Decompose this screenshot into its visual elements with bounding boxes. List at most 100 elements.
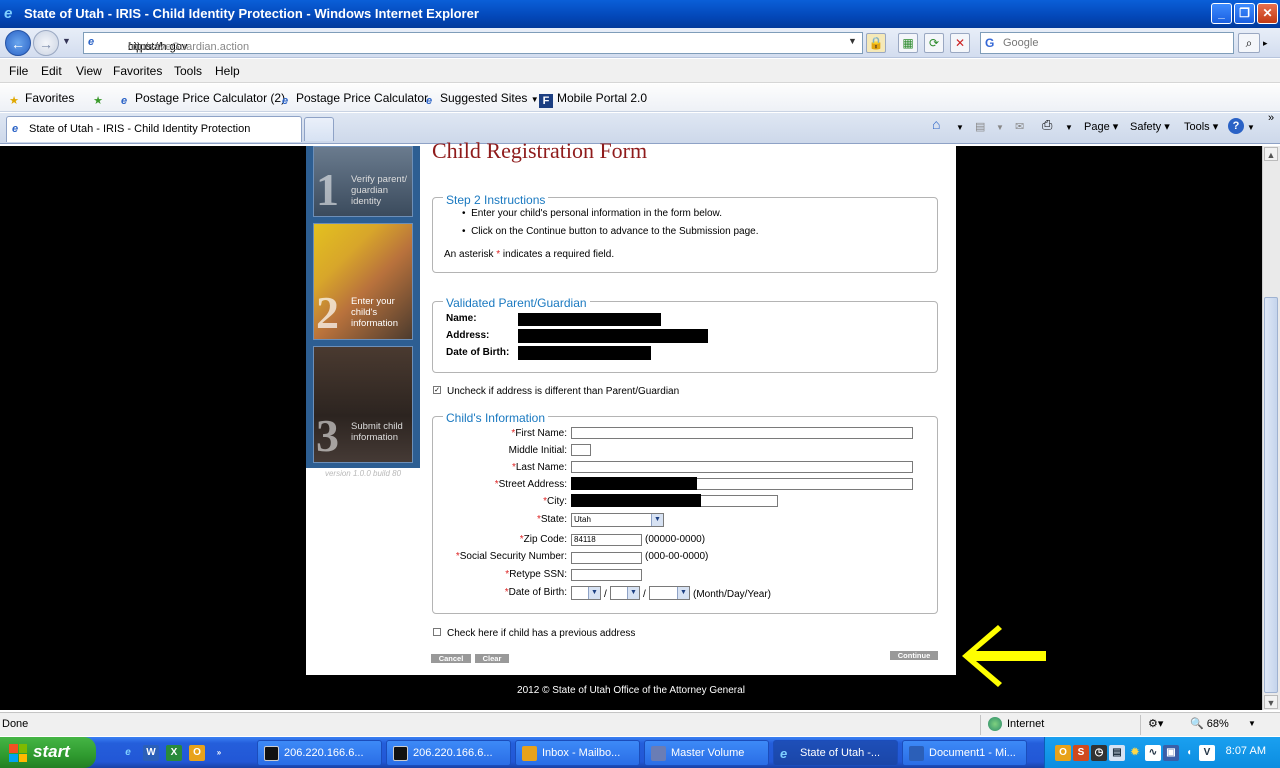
menu-view[interactable]: View: [76, 64, 102, 78]
minimize-button[interactable]: _: [1211, 3, 1232, 24]
menu-file[interactable]: File: [9, 64, 28, 78]
scroll-thumb[interactable]: [1264, 297, 1278, 693]
ie-page-icon: e: [281, 95, 289, 107]
lock-icon[interactable]: 🔒: [866, 33, 886, 53]
safety-menu[interactable]: Safety ▾: [1130, 120, 1170, 133]
menu-edit[interactable]: Edit: [41, 64, 62, 78]
quicklaunch-excel-icon[interactable]: X: [166, 745, 182, 761]
more-commands-icon[interactable]: »: [1268, 112, 1274, 124]
previous-address-checkbox[interactable]: [433, 628, 441, 636]
tray-doc-icon[interactable]: ▤: [1109, 745, 1125, 761]
help-icon[interactable]: ?: [1228, 118, 1244, 134]
taskbar-item-word[interactable]: Document1 - Mi...: [902, 740, 1027, 766]
required-note-pre: An asterisk: [444, 249, 497, 260]
status-divider: [980, 715, 981, 735]
cancel-button[interactable]: Cancel: [431, 654, 471, 663]
close-button[interactable]: ✕: [1257, 3, 1278, 24]
search-box[interactable]: G Google: [980, 32, 1234, 54]
last-name-input[interactable]: [571, 461, 913, 473]
middle-initial-input[interactable]: [571, 444, 591, 456]
add-favorite-icon[interactable]: ★: [91, 91, 109, 108]
tray-app-icon[interactable]: S: [1073, 745, 1089, 761]
address-bar[interactable]: e https://cip.utah.gov/cip/saveGuardian.…: [83, 32, 863, 54]
quicklaunch-ie-icon[interactable]: e: [120, 745, 136, 761]
scroll-up-icon[interactable]: ▲: [1264, 147, 1278, 161]
recent-pages-dropdown-icon[interactable]: ▼: [62, 36, 71, 46]
favorite-item-postage[interactable]: e Postage Price Calculator: [278, 91, 428, 108]
window-title: State of Utah - IRIS - Child Identity Pr…: [24, 6, 479, 21]
home-dropdown-icon[interactable]: ▼: [956, 123, 964, 132]
dob-year-select[interactable]: ▼: [649, 586, 690, 600]
stop-icon[interactable]: ✕: [950, 33, 970, 53]
tray-va-icon[interactable]: V: [1199, 745, 1215, 761]
start-label: start: [33, 742, 70, 761]
compatibility-icon[interactable]: ▦: [898, 33, 918, 53]
zoom-icon: 🔍: [1190, 718, 1204, 730]
tray-sun-icon[interactable]: ✹: [1127, 745, 1143, 761]
address-dropdown-icon[interactable]: ▼: [848, 36, 857, 46]
dob-month-select[interactable]: ▼: [571, 586, 601, 600]
windows-logo-icon: [9, 744, 27, 762]
refresh-icon[interactable]: ⟳: [924, 33, 944, 53]
menu-favorites[interactable]: Favorites: [113, 64, 162, 78]
new-tab-button[interactable]: [304, 117, 334, 141]
taskbar-item-inbox[interactable]: Inbox - Mailbo...: [515, 740, 640, 766]
first-name-input[interactable]: [571, 427, 913, 439]
same-address-label: Uncheck if address is different than Par…: [447, 386, 680, 397]
zoom-dropdown-icon[interactable]: ▼: [1248, 719, 1256, 728]
zip-input[interactable]: 84118: [571, 534, 642, 546]
word-icon: [909, 746, 924, 761]
search-icon[interactable]: ⌕: [1238, 33, 1260, 53]
quicklaunch-word-icon[interactable]: W: [143, 745, 159, 761]
tray-monitor-icon[interactable]: ▣: [1163, 745, 1179, 761]
quicklaunch-outlook-icon[interactable]: O: [189, 745, 205, 761]
taskbar-item-terminal-2[interactable]: 206.220.166.6...: [386, 740, 511, 766]
tray-speaker-icon[interactable]: ◖: [1181, 745, 1197, 761]
feeds-dropdown-icon[interactable]: ▼: [996, 123, 1004, 132]
forward-button[interactable]: →: [33, 30, 59, 56]
favorite-item-mobile-portal[interactable]: F Mobile Portal 2.0: [539, 91, 647, 108]
print-icon[interactable]: ⎙: [1042, 117, 1052, 133]
home-icon[interactable]: ⌂: [932, 116, 940, 132]
scroll-down-icon[interactable]: ▼: [1264, 695, 1278, 709]
ssn-input[interactable]: [571, 552, 642, 564]
favorite-item-postage-2[interactable]: e Postage Price Calculator (2): [117, 91, 285, 108]
dob-label-text: Date of Birth:: [508, 587, 567, 598]
retype-ssn-input[interactable]: [571, 569, 642, 581]
star-icon: ★: [9, 95, 19, 107]
start-button[interactable]: start: [0, 737, 96, 768]
print-dropdown-icon[interactable]: ▼: [1065, 123, 1073, 132]
tab-active[interactable]: e State of Utah - IRIS - Child Identity …: [6, 116, 302, 142]
taskbar-item-master-volume[interactable]: Master Volume: [644, 740, 769, 766]
tray-clock-app-icon[interactable]: ◷: [1091, 745, 1107, 761]
help-dropdown-icon[interactable]: ▼: [1247, 123, 1255, 132]
feeds-icon[interactable]: ▤: [975, 120, 985, 133]
maximize-button[interactable]: ❐: [1234, 3, 1255, 24]
mail-icon[interactable]: ✉: [1015, 120, 1024, 133]
tools-menu[interactable]: Tools ▾: [1184, 120, 1218, 133]
tray-network-icon[interactable]: ∿: [1145, 745, 1161, 761]
favorites-button[interactable]: ★ Favorites: [7, 91, 74, 108]
protected-mode-icon[interactable]: ⚙▾: [1148, 717, 1163, 730]
clear-button[interactable]: Clear: [475, 654, 509, 663]
continue-button[interactable]: Continue: [890, 651, 938, 660]
tab-ie-icon: e: [12, 123, 19, 135]
same-address-checkbox[interactable]: ✓: [433, 386, 441, 394]
favorite-item-suggested-sites[interactable]: e Suggested Sites ▼: [422, 91, 539, 108]
search-options-icon[interactable]: ▸: [1263, 38, 1268, 49]
state-select[interactable]: Utah ▼: [571, 513, 664, 527]
zoom-control[interactable]: 🔍 68%: [1190, 717, 1229, 730]
taskbar-item-ie-active[interactable]: e State of Utah -...: [773, 740, 898, 766]
taskbar-item-terminal-1[interactable]: 206.220.166.6...: [257, 740, 382, 766]
retype-ssn-label-text: Retype SSN:: [509, 569, 567, 580]
menu-help[interactable]: Help: [215, 64, 240, 78]
window-title-bar[interactable]: e State of Utah - IRIS - Child Identity …: [0, 0, 1280, 28]
back-button[interactable]: ←: [5, 30, 31, 56]
street-address-label: *Street Address:: [494, 479, 567, 490]
safety-menu-label: Safety: [1130, 121, 1162, 133]
menu-tools[interactable]: Tools: [174, 64, 202, 78]
dob-day-select[interactable]: ▼: [610, 586, 640, 600]
page-menu[interactable]: Page ▾: [1084, 120, 1118, 133]
tray-outlook-icon[interactable]: O: [1055, 745, 1071, 761]
quicklaunch-more-icon[interactable]: »: [211, 745, 227, 761]
